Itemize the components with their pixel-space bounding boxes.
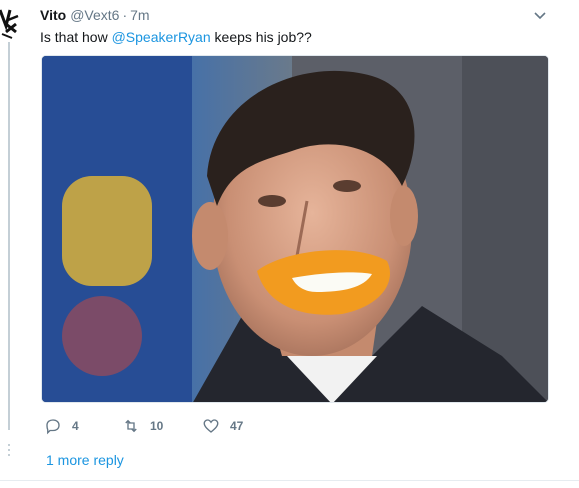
like-button[interactable]: 47 — [202, 416, 243, 436]
avatar-glyph-icon — [0, 9, 19, 39]
tweet-text-before: Is that how — [40, 29, 112, 45]
heart-icon — [203, 419, 219, 433]
tweet-media-photo[interactable] — [41, 55, 549, 403]
retweet-icon — [125, 419, 137, 433]
retweet-count: 10 — [150, 419, 164, 433]
reply-count: 4 — [72, 419, 79, 433]
more-replies-link[interactable]: 1 more reply — [46, 452, 124, 468]
chevron-down-icon — [534, 12, 546, 20]
tweet-timestamp[interactable]: 7m — [130, 7, 149, 23]
tweet-divider — [0, 480, 579, 481]
retweet-button[interactable]: 10 — [122, 416, 163, 436]
tweet-text-after: keeps his job?? — [210, 29, 312, 45]
reply-icon — [46, 419, 60, 435]
author-handle[interactable]: @Vext6 — [70, 7, 119, 23]
tweet-text: Is that how @SpeakerRyan keeps his job?? — [40, 28, 560, 46]
tweet-header: Vito @Vext6 · 7m — [40, 6, 551, 26]
avatar[interactable] — [0, 6, 20, 40]
reply-button[interactable]: 4 — [44, 416, 79, 436]
photo-illustration — [42, 56, 548, 402]
thread-line — [8, 42, 10, 430]
thread-dots — [8, 444, 10, 459]
like-count: 47 — [230, 419, 244, 433]
more-options-button[interactable] — [533, 8, 547, 20]
mention-link[interactable]: @SpeakerRyan — [112, 29, 211, 45]
separator-dot: · — [122, 7, 128, 23]
author-name[interactable]: Vito — [40, 7, 66, 23]
